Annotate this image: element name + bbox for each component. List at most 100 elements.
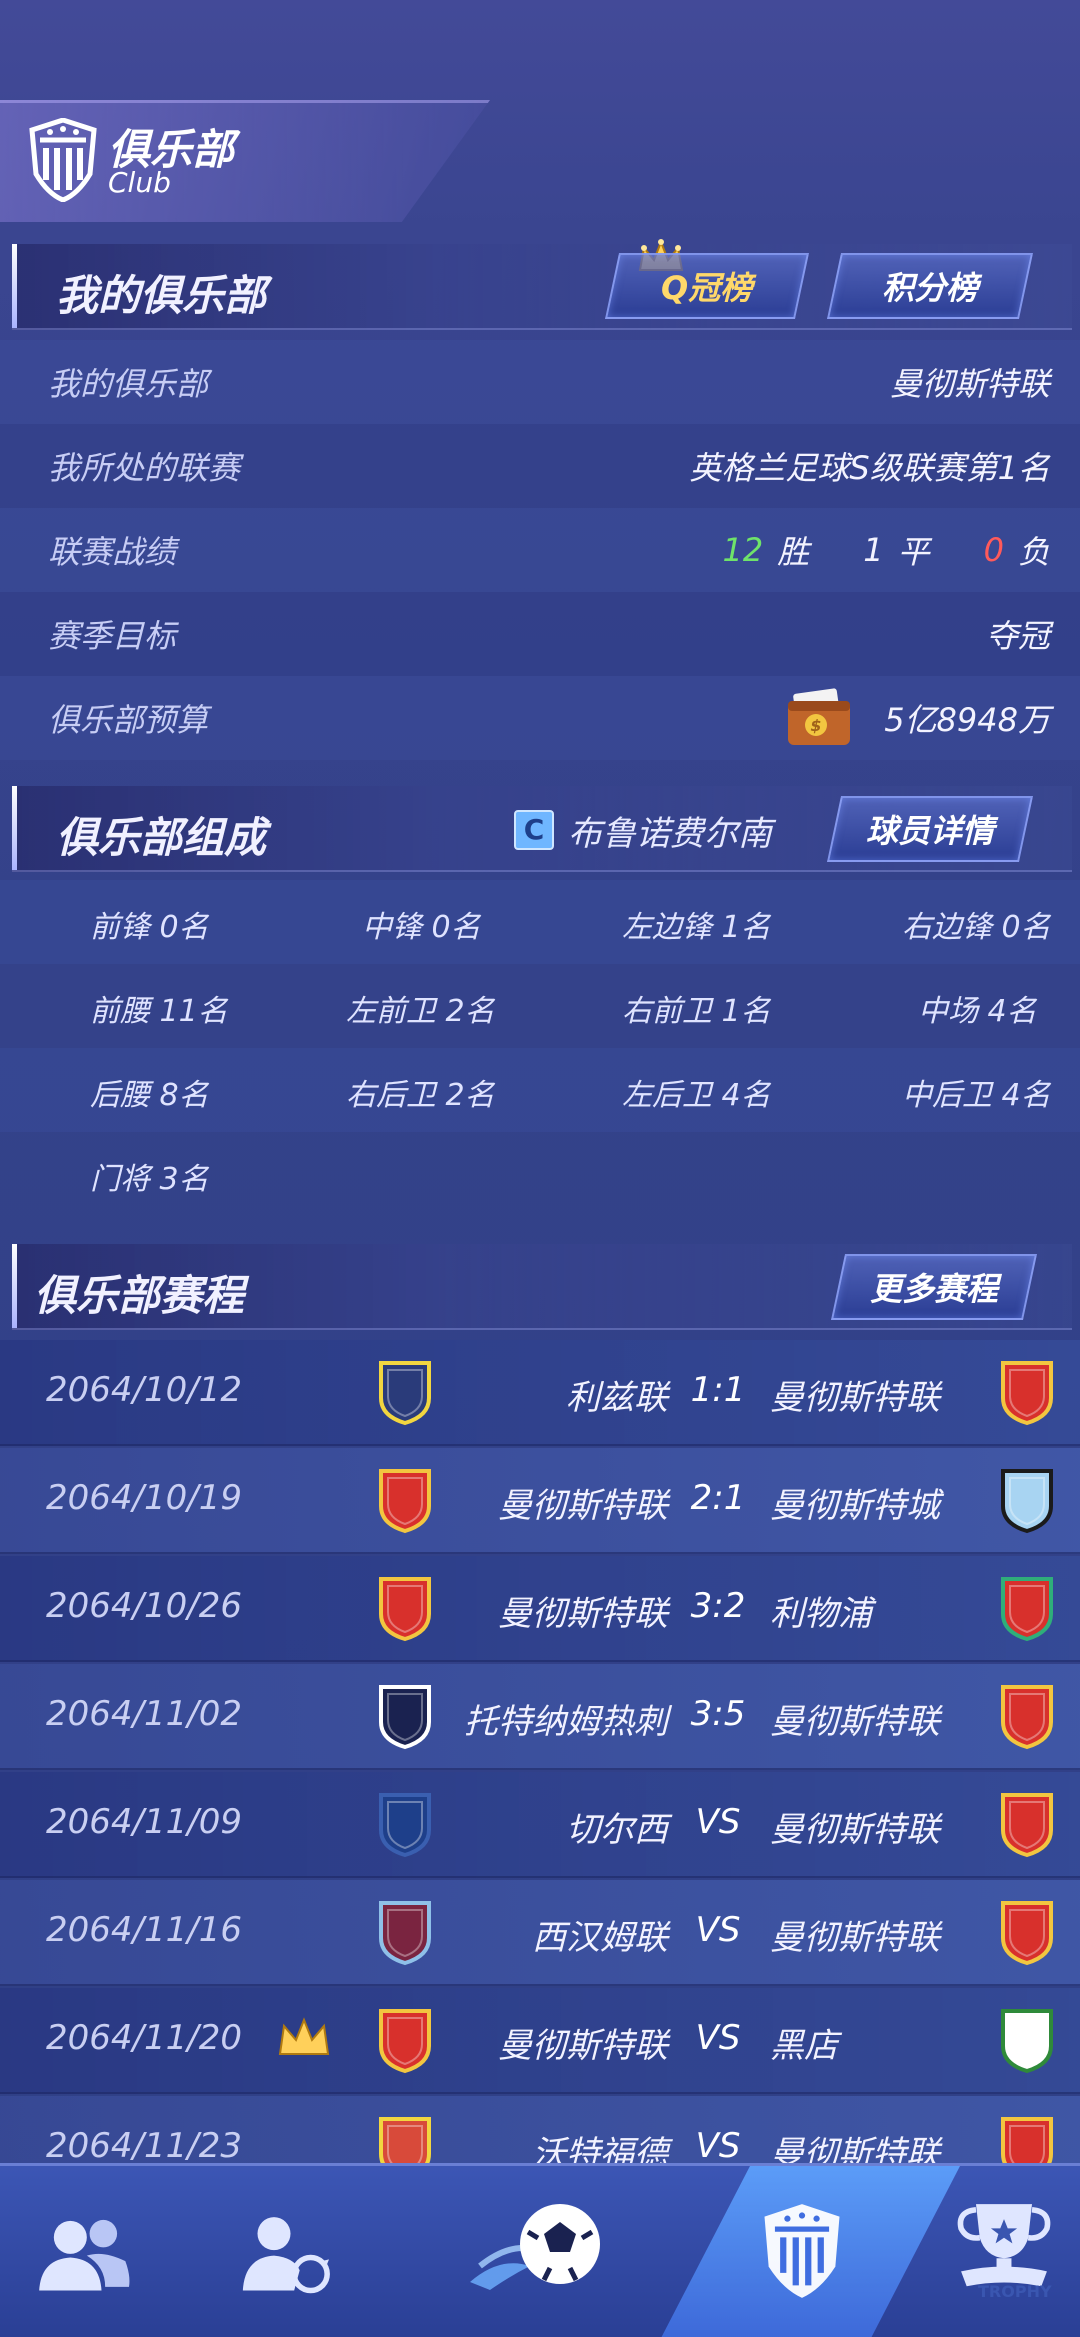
home-team-shield-icon (379, 1577, 431, 1642)
info-label: 俱乐部预算 (48, 701, 209, 739)
coach-badge-icon: C (514, 810, 554, 850)
q-rank-label: Q冠榜 (661, 269, 753, 307)
match-row[interactable]: 2064/11/02 托特纳姆热刺 3:5 曼彻斯特联 (0, 1664, 1080, 1770)
info-row-record: 联赛战绩 12 胜 1 平 0 负 (0, 508, 1080, 592)
svg-text:$: $ (811, 716, 822, 735)
match-date: 2064/10/12 (46, 1370, 242, 1410)
club-shield-icon (29, 118, 97, 202)
position-count: 前锋 0名 (90, 910, 209, 945)
home-team: 曼彻斯特联 (498, 1486, 668, 1526)
position-count: 右前卫 1名 (622, 994, 771, 1029)
more-schedule-label: 更多赛程 (869, 1270, 998, 1308)
transfer-icon (242, 2217, 330, 2294)
home-team-shield-icon (379, 1361, 431, 1426)
nav-players[interactable] (20, 2166, 150, 2337)
points-table-label: 积分榜 (881, 269, 978, 307)
info-row-league: 我所处的联赛 英格兰足球S级联赛第1名 (0, 424, 1080, 508)
position-count: 中锋 0名 (362, 910, 481, 945)
match-row[interactable]: 2064/10/26 曼彻斯特联 3:2 利物浦 (0, 1556, 1080, 1662)
away-team-shield-icon (1001, 1469, 1053, 1534)
info-value: 英格兰足球S级联赛第1名 (689, 449, 1050, 487)
composition-section-title: 俱乐部组成 (56, 813, 267, 862)
home-team-badge (378, 1900, 432, 1966)
away-team: 曼彻斯特联 (770, 1918, 940, 1958)
match-row[interactable]: 2064/10/12 利兹联 1:1 曼彻斯特联 (0, 1340, 1080, 1446)
nav-club[interactable] (740, 2166, 880, 2337)
composition-row: 前腰 11名 左前卫 2名 右前卫 1名 中场 4名 (0, 964, 1080, 1048)
player-details-button[interactable]: 球员详情 (826, 796, 1034, 862)
away-team-shield-icon (1001, 1793, 1053, 1858)
home-team: 西汉姆联 (532, 1918, 668, 1958)
match-date: 2064/10/26 (46, 1586, 242, 1626)
info-row-club: 我的俱乐部 曼彻斯特联 (0, 340, 1080, 424)
wins-count: 12 (722, 531, 764, 569)
away-team: 黑店 (770, 2026, 838, 2066)
league-record: 12 胜 1 平 0 负 (723, 527, 1050, 573)
info-label: 我的俱乐部 (48, 365, 209, 403)
crown-icon (278, 2017, 330, 2055)
wallet-icon: $ (788, 688, 851, 745)
away-team: 曼彻斯特城 (770, 1486, 940, 1526)
losses-label: 负 (1017, 533, 1050, 571)
match-row[interactable]: 2064/11/09 切尔西 VS 曼彻斯特联 (0, 1772, 1080, 1878)
position-count: 左前卫 2名 (346, 994, 495, 1029)
q-rank-button[interactable]: Q冠榜 (604, 253, 810, 319)
home-team-badge (378, 2008, 432, 2074)
match-row[interactable]: 2064/10/19 曼彻斯特联 2:1 曼彻斯特城 (0, 1448, 1080, 1554)
info-value: 曼彻斯特联 (889, 365, 1050, 403)
home-team-badge (378, 1360, 432, 1426)
bottom-nav: TROPHY (0, 2163, 1080, 2337)
home-team-badge (378, 1684, 432, 1750)
match-row[interactable]: 2064/11/20 曼彻斯特联 VS 黑店 (0, 1988, 1080, 2094)
info-row-goal: 赛季目标 夺冠 (0, 592, 1080, 676)
away-team-badge (1000, 1900, 1054, 1966)
match-date: 2064/11/16 (46, 1910, 242, 1950)
home-team-badge (378, 2116, 432, 2163)
match-score: VS (695, 1802, 741, 1842)
away-team-badge (1000, 1468, 1054, 1534)
match-date: 2064/11/09 (46, 1802, 242, 1842)
nav-transfer[interactable] (220, 2166, 350, 2337)
match-score: 3:2 (690, 1586, 746, 1626)
match-score: 3:5 (690, 1694, 746, 1734)
draws-label: 平 (897, 533, 930, 571)
home-team: 利兹联 (566, 1378, 668, 1418)
composition-row: 前锋 0名 中锋 0名 左边锋 1名 右边锋 0名 (0, 880, 1080, 964)
nav-trophy[interactable]: TROPHY (940, 2166, 1070, 2337)
away-team: 曼彻斯特联 (770, 1702, 940, 1742)
players-icon (39, 2219, 130, 2291)
info-value: 夺冠 (985, 617, 1050, 655)
away-team: 曼彻斯特联 (770, 1378, 940, 1418)
position-count: 中后卫 4名 (902, 1078, 1051, 1113)
match-score: VS (695, 1910, 741, 1950)
match-row[interactable]: 2064/11/16 西汉姆联 VS 曼彻斯特联 (0, 1880, 1080, 1986)
away-team-shield-icon (1001, 2117, 1053, 2163)
home-team: 曼彻斯特联 (498, 2026, 668, 2066)
points-table-button[interactable]: 积分榜 (826, 253, 1034, 319)
info-label: 联赛战绩 (48, 533, 177, 571)
more-schedule-button[interactable]: 更多赛程 (830, 1254, 1038, 1320)
page-subtitle: Club (108, 166, 171, 199)
match-score: 2:1 (690, 1478, 746, 1518)
budget-value-wrap: $ 5亿8948万 (786, 687, 1050, 749)
match-score: 1:1 (690, 1370, 746, 1410)
home-team-badge (378, 1468, 432, 1534)
info-label: 赛季目标 (48, 617, 177, 655)
info-row-budget: 俱乐部预算 $ 5亿8948万 (0, 676, 1080, 760)
nav-match[interactable] (460, 2166, 620, 2337)
match-score: VS (695, 2018, 741, 2058)
home-team-badge (378, 1576, 432, 1642)
position-count: 右边锋 0名 (902, 910, 1051, 945)
draws-count: 1 (863, 531, 884, 569)
home-team-badge (378, 1792, 432, 1858)
home-team-shield-icon (379, 2117, 431, 2163)
match-row[interactable]: 2064/11/23 沃特福德 VS 曼彻斯特联 (0, 2096, 1080, 2163)
home-team-shield-icon (379, 1469, 431, 1534)
match-date: 2064/11/23 (46, 2126, 242, 2163)
position-count: 中场 4名 (918, 994, 1037, 1029)
home-team: 切尔西 (566, 1810, 668, 1850)
position-count: 前腰 11名 (90, 994, 228, 1029)
home-team-shield-icon (379, 2009, 431, 2074)
away-team-badge (1000, 2008, 1054, 2074)
club-icon (764, 2204, 840, 2298)
